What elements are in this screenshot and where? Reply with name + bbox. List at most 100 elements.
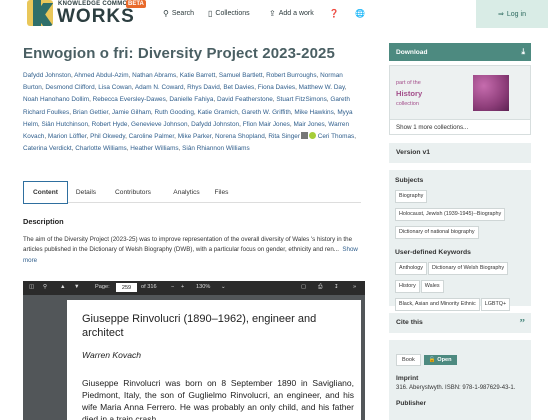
subject-tag[interactable]: Holocaust, Jewish (1939-1945)--Biography [395, 208, 506, 221]
page-number-input[interactable]: 259 [116, 283, 137, 292]
tab-files[interactable]: Files [211, 181, 232, 203]
author-link[interactable]: Katie Gramich [197, 109, 238, 116]
version-panel[interactable]: Version v1 [389, 143, 531, 163]
author-link[interactable]: Marion Löffler [48, 133, 87, 140]
subject-tag[interactable]: Biography [395, 190, 428, 203]
keyword-tag[interactable]: Wales [420, 280, 444, 293]
author-link[interactable]: Robert Burroughs [266, 72, 316, 79]
show-more-collections-link[interactable]: Show 1 more collections... [389, 120, 531, 135]
resource-type-badge: Book [396, 354, 421, 366]
author-link[interactable]: Danielle Fahiya [169, 96, 213, 103]
author-link[interactable]: Caterina Verdickt [23, 145, 72, 152]
zoom-select[interactable]: 130% [196, 284, 210, 290]
cite-heading: Cite this [396, 319, 423, 326]
logo-wordmark: WORKS [57, 6, 135, 27]
id-card-icon[interactable] [300, 132, 308, 140]
author-link[interactable]: Genevieve Johnson [131, 121, 188, 128]
author-link[interactable]: Katie Barrett [180, 72, 216, 79]
nav-collections-link[interactable]: ▯ Collections [208, 9, 250, 18]
tab-contributors[interactable]: Contributors [104, 181, 162, 203]
author-link[interactable]: Matthew W. Day [299, 84, 345, 91]
print-icon[interactable]: ⎙ [318, 284, 322, 291]
author-link[interactable]: Samuel Bartlett [219, 72, 263, 79]
sidebar-toggle-icon[interactable]: ◫ [29, 284, 34, 290]
collection-thumbnail [473, 75, 509, 111]
download-button[interactable]: Download ⤓ [389, 43, 531, 61]
author-link[interactable]: Caroline Palmer [129, 133, 174, 140]
nav-search-link[interactable]: ⚲ Search [163, 9, 194, 18]
author-link[interactable]: Adam N. Coward [135, 84, 184, 91]
author-link[interactable]: Brian Gettier [73, 109, 109, 116]
author-link[interactable]: Stuart FitzSimons [276, 96, 326, 103]
upload-icon: ⇪ [269, 9, 276, 18]
description-text: The aim of the Diversity Project (2023-2… [23, 236, 358, 264]
pdf-toolbar: ◫ ⚲ ▲ ▼ Page: 259 of 316 − + 130% ⌄ ▢ ⎙ … [23, 281, 365, 295]
author-link[interactable]: Mair Jones [293, 121, 324, 128]
previous-page-icon[interactable]: ▲ [60, 284, 66, 290]
globe-icon: 🌐 [355, 9, 365, 18]
author-link[interactable]: Noah Hanohano Dollim [23, 96, 89, 103]
tab-content[interactable]: Content [23, 181, 68, 204]
tab-analytics[interactable]: Analytics [162, 181, 211, 203]
author-link[interactable]: Heather Williams [130, 145, 178, 152]
page-label: Page: [95, 284, 110, 290]
download-icon[interactable]: ↧ [334, 284, 339, 290]
author-link[interactable]: Desmond Clifford [45, 84, 94, 91]
author-link[interactable]: Rita Singer [268, 133, 300, 140]
zoom-in-icon[interactable]: + [181, 284, 184, 290]
author-link[interactable]: Ffion Mair Jones [243, 121, 290, 128]
author-link[interactable]: Lisa Cowan [98, 84, 131, 91]
help-button[interactable]: ❓ [329, 9, 339, 18]
author-link[interactable]: Siân Hutchinson [41, 121, 88, 128]
author-link[interactable]: Charlotte Williams [75, 145, 127, 152]
author-link[interactable]: Robert Hyde [92, 121, 128, 128]
subject-tags: Biography Holocaust, Jewish (1939-1945)--… [395, 189, 525, 243]
keyword-tag[interactable]: Dictionary of Welsh Biography [427, 262, 509, 275]
author-link[interactable]: Mike Parker [178, 133, 212, 140]
author-link[interactable]: Rebecca Eversley-Dawes [93, 96, 166, 103]
author-link[interactable]: Ahmed Abdul-Azim [74, 72, 128, 79]
subject-tag[interactable]: Dictionary of national biography [395, 226, 479, 239]
author-link[interactable]: Gareth W. Griffith [242, 109, 291, 116]
keyword-tag[interactable]: Anthology [395, 262, 427, 275]
next-page-icon[interactable]: ▼ [74, 284, 80, 290]
open-access-badge: 🔓 Open [423, 355, 457, 365]
keyword-tag[interactable]: History [395, 280, 420, 293]
more-tools-icon[interactable]: » [353, 284, 356, 290]
nav-add-work-link[interactable]: ⇪ Add a work [269, 9, 314, 18]
details-panel: Book 🔓 Open Imprint 316. Aberystwyth. ISB… [389, 340, 531, 420]
find-icon[interactable]: ⚲ [43, 284, 47, 290]
tab-details[interactable]: Details [68, 181, 104, 203]
pdf-viewer[interactable]: ◫ ⚲ ▲ ▼ Page: 259 of 316 − + 130% ⌄ ▢ ⎙ … [23, 281, 365, 420]
keyword-tag[interactable]: Black, Asian and Minority Ethnic [395, 298, 480, 311]
author-link[interactable]: Rhys David [187, 84, 220, 91]
author-link[interactable]: Dafydd Johnston [23, 72, 71, 79]
keyword-tag[interactable]: LGBTQ+ [480, 298, 511, 311]
pdf-page: Giuseppe Rinvolucri (1890–1962), enginee… [67, 300, 361, 420]
author-link[interactable]: Siân Rhiannon Williams [182, 145, 250, 152]
site-logo[interactable]: KNOWLEDGE COMMONS WORKS BETA [27, 0, 167, 28]
page-total: of 316 [141, 284, 157, 290]
author-list: Dafydd Johnston, Ahmed Abdul-Azim, Natha… [23, 72, 356, 153]
author-link[interactable]: Ruth Gooding [154, 109, 193, 116]
collection-card[interactable]: part of the History collection [389, 65, 531, 120]
author-link[interactable]: Nathan Abrams [132, 72, 176, 79]
top-navbar: KNOWLEDGE COMMONS WORKS BETA ⚲ Search ▯ Co… [0, 0, 548, 28]
author-link[interactable]: Phil Okwedy [90, 133, 125, 140]
author-link[interactable]: Ceri Thomas [318, 133, 354, 140]
orcid-icon[interactable] [308, 132, 316, 140]
cite-panel[interactable]: Cite this ” [389, 313, 531, 333]
author-link[interactable]: Norena Shopland [215, 133, 265, 140]
author-link[interactable]: Jamie Gilham [112, 109, 151, 116]
author-link[interactable]: Fiona Davies [258, 84, 295, 91]
login-button[interactable]: ⇒ Log in [476, 0, 548, 28]
language-button[interactable]: 🌐 [355, 9, 365, 18]
subjects-heading: Subjects [395, 177, 424, 184]
author-link[interactable]: David Featherstone [217, 96, 273, 103]
author-link[interactable]: Bet Davies [223, 84, 254, 91]
document-title: Giuseppe Rinvolucri (1890–1962), enginee… [82, 313, 317, 339]
author-link[interactable]: Mike Hawkins [294, 109, 333, 116]
zoom-out-icon[interactable]: − [171, 284, 174, 290]
fullscreen-icon[interactable]: ▢ [301, 284, 306, 290]
author-link[interactable]: Dafydd Johnston [191, 121, 239, 128]
